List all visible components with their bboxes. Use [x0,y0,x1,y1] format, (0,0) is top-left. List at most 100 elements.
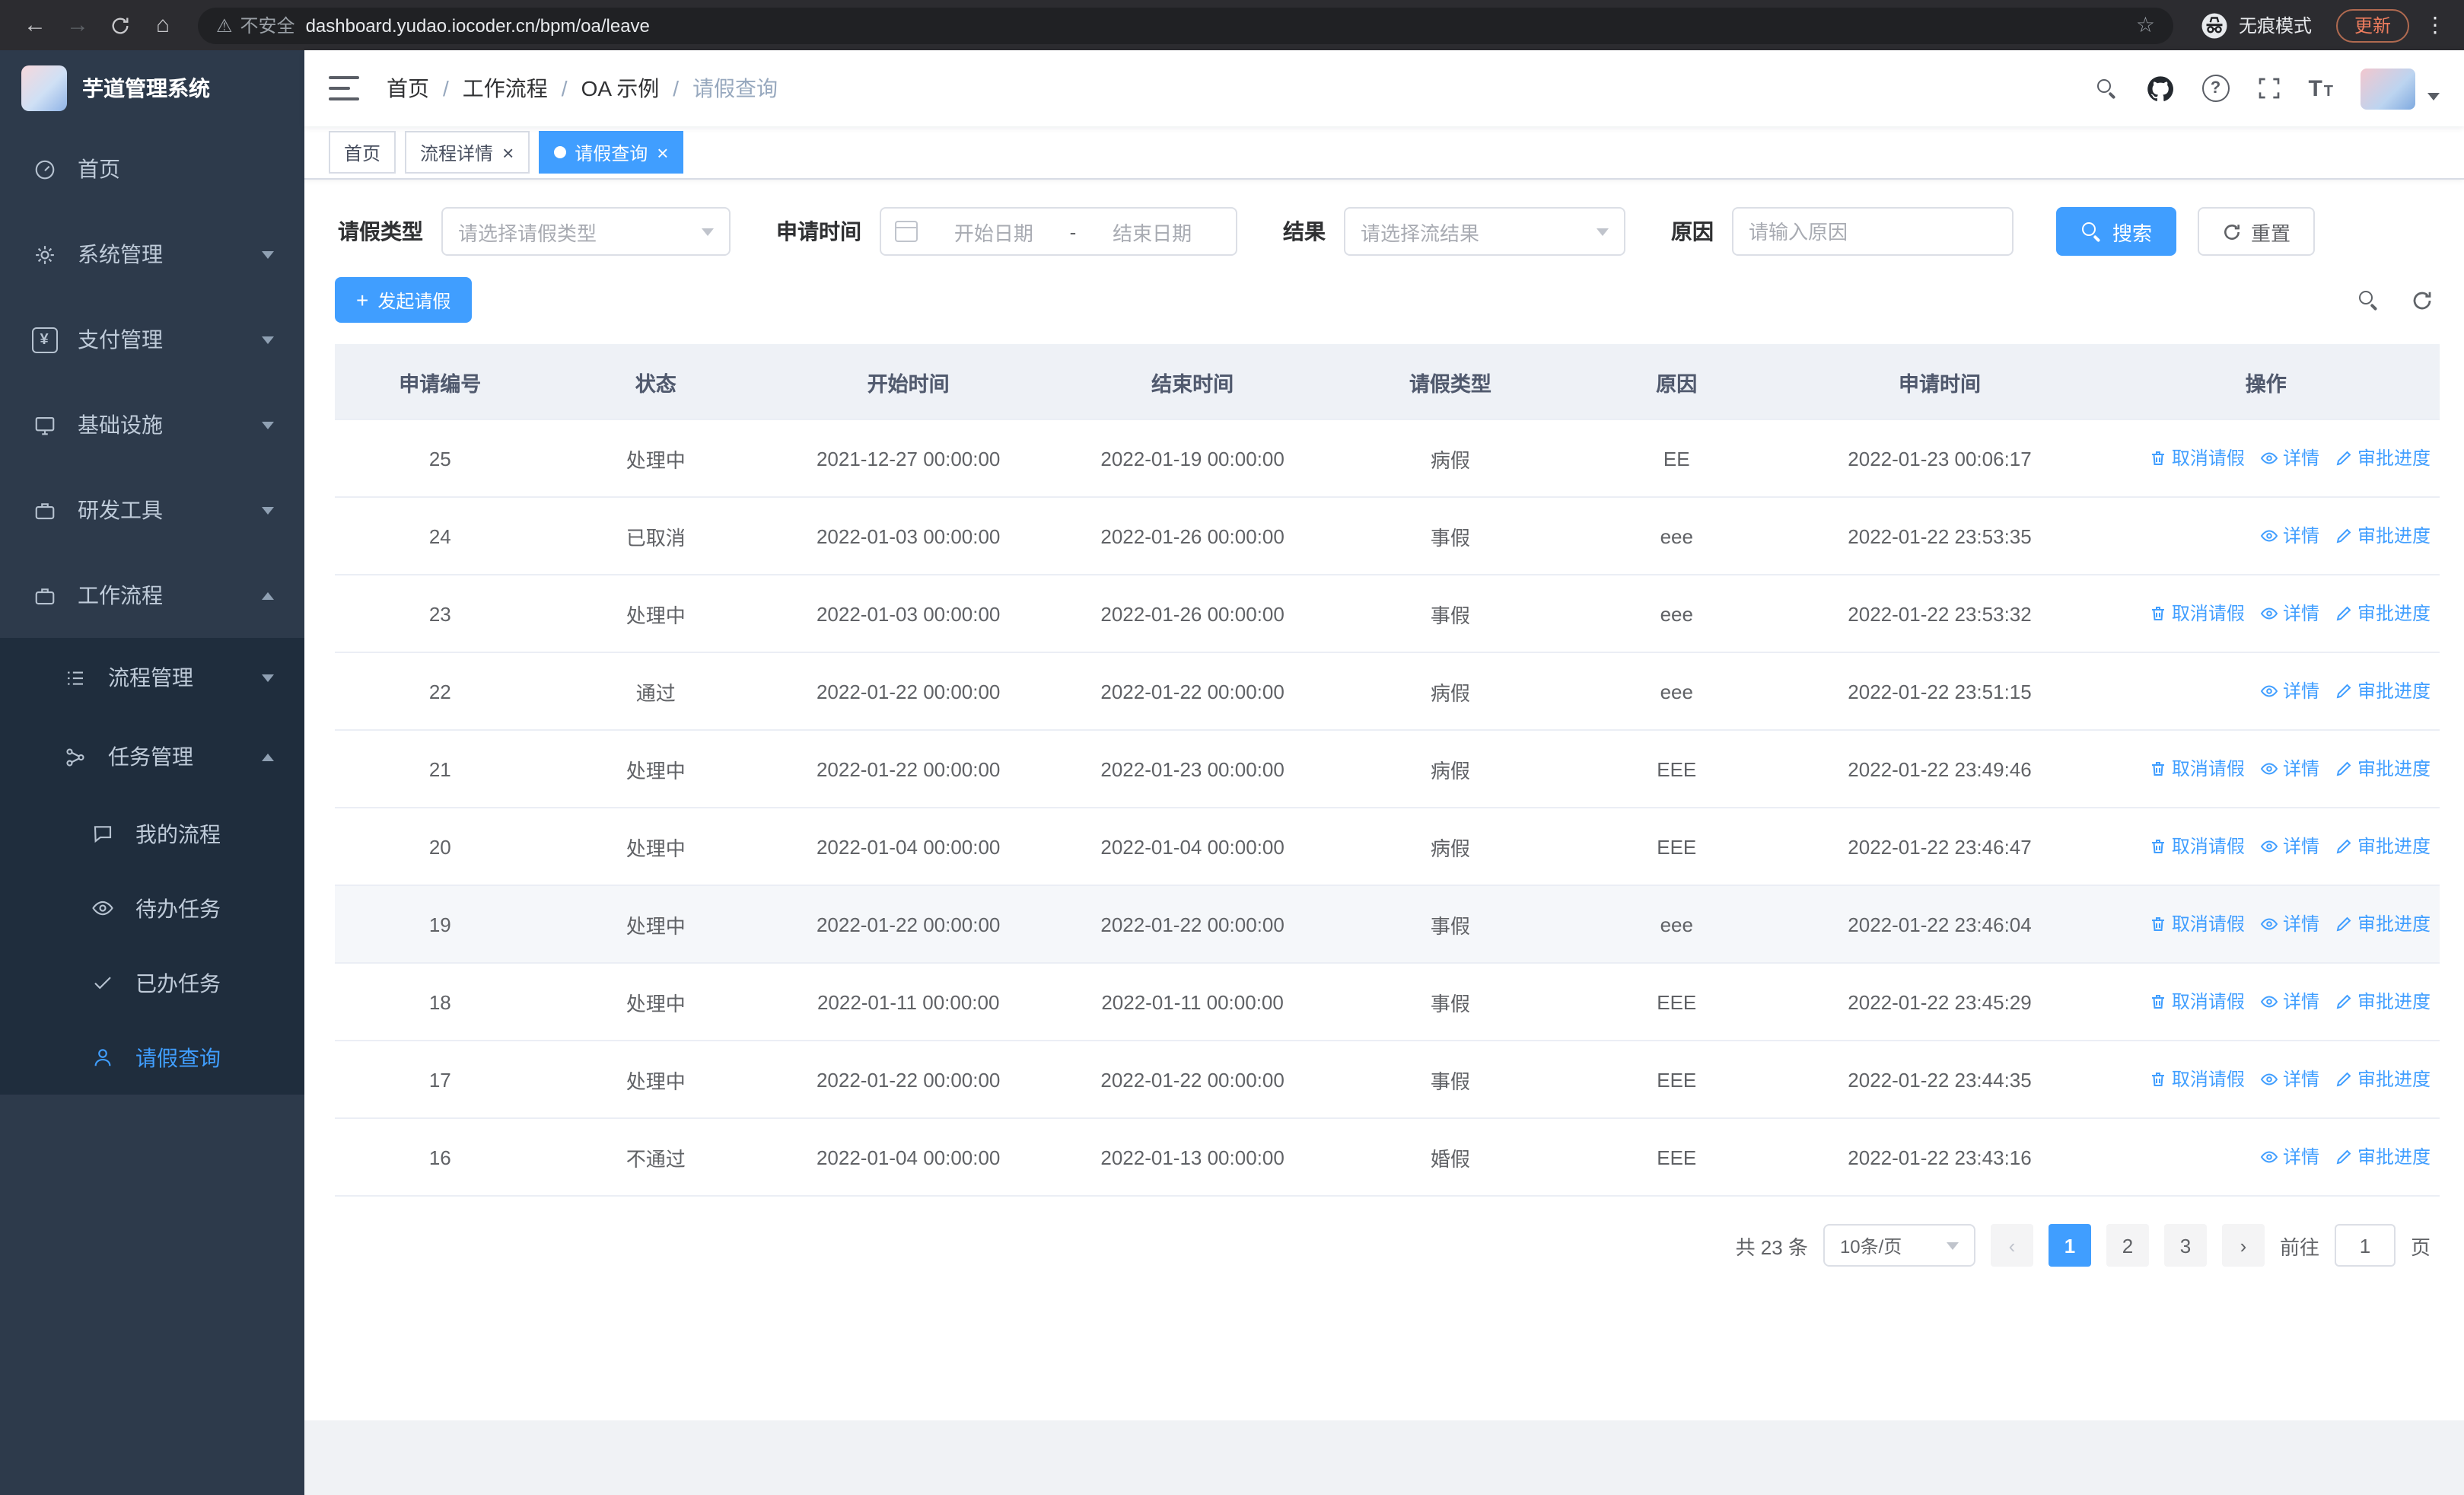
cancel-leave-link[interactable]: 取消请假 [2149,445,2245,471]
approval-progress-link[interactable]: 审批进度 [2335,1144,2431,1170]
page-button-1[interactable]: 1 [2048,1224,2091,1267]
sidebar-item-leave-query[interactable]: 请假查询 [0,1020,304,1095]
cancel-leave-link[interactable]: 取消请假 [2149,601,2245,626]
approval-progress-link[interactable]: 审批进度 [2335,1066,2431,1092]
approval-progress-link[interactable]: 审批进度 [2335,834,2431,859]
breadcrumb-workflow[interactable]: 工作流程 [463,73,548,104]
cancel-leave-link[interactable]: 取消请假 [2149,911,2245,937]
sidebar-item-my-process[interactable]: 我的流程 [0,796,304,871]
reset-button[interactable]: 重置 [2198,207,2316,256]
edit-icon [2336,528,2351,543]
approval-progress-link[interactable]: 审批进度 [2335,445,2431,471]
address-bar[interactable]: ⚠ 不安全 dashboard.yudao.iocoder.cn/bpm/oa/… [198,7,2173,43]
create-leave-button[interactable]: + 发起请假 [335,277,473,323]
trash-icon [2151,761,2164,776]
sidebar-item-infrastructure[interactable]: 基础设施 [0,382,304,467]
detail-link[interactable]: 详情 [2260,601,2319,626]
chevron-down-icon [1597,228,1609,235]
approval-progress-link[interactable]: 审批进度 [2335,601,2431,626]
sidebar-item-todo-tasks[interactable]: 待办任务 [0,871,304,945]
update-button[interactable]: 更新 [2335,8,2409,42]
detail-link[interactable]: 详情 [2260,756,2319,782]
sidebar-item-workflow[interactable]: 工作流程 [0,553,304,638]
user-avatar[interactable] [2361,68,2415,109]
approval-progress-link[interactable]: 审批进度 [2335,678,2431,704]
approval-progress-link[interactable]: 审批进度 [2335,989,2431,1015]
detail-link[interactable]: 详情 [2260,523,2319,549]
breadcrumb-separator: / [561,76,568,100]
apply-time-range-picker[interactable]: 开始日期 - 结束日期 [880,207,1237,256]
browser-home-button[interactable]: ⌂ [143,5,183,45]
browser-forward-button[interactable]: → [58,5,97,45]
detail-link[interactable]: 详情 [2260,678,2319,704]
cancel-leave-link[interactable]: 取消请假 [2149,989,2245,1015]
cancel-leave-link[interactable]: 取消请假 [2149,1066,2245,1092]
refresh-icon[interactable] [2411,288,2434,311]
browser-menu-button[interactable]: ⋮ [2421,12,2449,38]
detail-link[interactable]: 详情 [2260,1144,2319,1170]
not-secure-badge[interactable]: ⚠ 不安全 [216,12,295,38]
tab-process-detail[interactable]: 流程详情 × [405,131,530,174]
result-select[interactable]: 请选择流结果 [1344,207,1625,256]
next-page-button[interactable]: › [2221,1224,2265,1267]
sidebar-item-system-mgmt[interactable]: 系统管理 [0,212,304,297]
table-cell: EEE [1566,1118,1788,1197]
sidebar: 芋道管理系统 首页 系统管理 ¥ 支付管理 基础设施 研发工具 工作流程 流程管… [0,50,304,1495]
table-cell: 病假 [1334,419,1567,498]
leave-type-select[interactable]: 请选择请假类型 [441,207,731,256]
approval-progress-link[interactable]: 审批进度 [2335,523,2431,549]
table-cell: 事假 [1334,497,1567,575]
filter-form: 请假类型 请选择请假类型 申请时间 开始日期 - 结束日期 结果 请选择流结果 … [335,198,2440,271]
sidebar-item-process-mgmt[interactable]: 流程管理 [0,638,304,717]
close-icon[interactable]: × [657,142,668,162]
reason-input[interactable] [1732,207,2014,256]
font-size-icon[interactable]: TT [2308,77,2333,100]
sidebar-item-label: 任务管理 [108,744,193,769]
table-row: 20 处理中 2022-01-04 00:00:00 2022-01-04 00:00… [335,808,2440,886]
detail-link[interactable]: 详情 [2260,989,2319,1015]
approval-progress-link[interactable]: 审批进度 [2335,911,2431,937]
sidebar-toggle-icon[interactable] [329,76,359,100]
breadcrumb-home[interactable]: 首页 [387,73,429,104]
page-button-2[interactable]: 2 [2106,1224,2149,1267]
table-cell: 2022-01-22 23:51:15 [1787,652,2093,731]
github-icon[interactable] [2145,74,2174,103]
app-logo[interactable]: 芋道管理系统 [0,50,304,126]
breadcrumb-current: 请假查询 [692,76,778,100]
table-cell: 2022-01-03 00:00:00 [766,497,1051,575]
table-cell: 病假 [1334,652,1567,731]
close-icon[interactable]: × [502,142,514,162]
approval-progress-link[interactable]: 审批进度 [2335,756,2431,782]
chevron-up-icon [262,753,274,760]
cancel-leave-link[interactable]: 取消请假 [2149,756,2245,782]
fullscreen-icon[interactable] [2256,76,2281,100]
sidebar-item-done-tasks[interactable]: 已办任务 [0,945,304,1020]
detail-link[interactable]: 详情 [2260,911,2319,937]
search-button[interactable]: 搜索 [2056,207,2177,256]
detail-link[interactable]: 详情 [2260,1066,2319,1092]
table-cell: 事假 [1334,885,1567,964]
browser-back-button[interactable]: ← [15,5,55,45]
bookmark-star-icon[interactable]: ☆ [2136,12,2155,38]
tab-home[interactable]: 首页 [329,131,396,174]
detail-link[interactable]: 详情 [2260,445,2319,471]
breadcrumb-oa-example[interactable]: OA 示例 [581,73,660,104]
table-cell: 处理中 [545,808,766,886]
sidebar-item-task-mgmt[interactable]: 任务管理 [0,717,304,796]
prev-page-button[interactable]: ‹ [1990,1224,2033,1267]
edit-icon [2336,761,2351,776]
help-icon[interactable]: ? [2201,75,2230,102]
cancel-leave-link[interactable]: 取消请假 [2149,834,2245,859]
detail-link[interactable]: 详情 [2260,834,2319,859]
tab-leave-query[interactable]: 请假查询 × [538,131,684,174]
edit-icon [2336,606,2351,620]
goto-page-input[interactable] [2334,1224,2396,1267]
sidebar-item-dev-tools[interactable]: 研发工具 [0,467,304,553]
page-button-3[interactable]: 3 [2163,1224,2207,1267]
browser-refresh-button[interactable] [100,5,140,45]
search-icon[interactable] [2095,77,2118,100]
search-toggle-icon[interactable] [2357,288,2380,311]
page-size-select[interactable]: 10条/页 [1823,1224,1975,1267]
sidebar-item-payment-mgmt[interactable]: ¥ 支付管理 [0,297,304,382]
sidebar-item-home[interactable]: 首页 [0,126,304,212]
